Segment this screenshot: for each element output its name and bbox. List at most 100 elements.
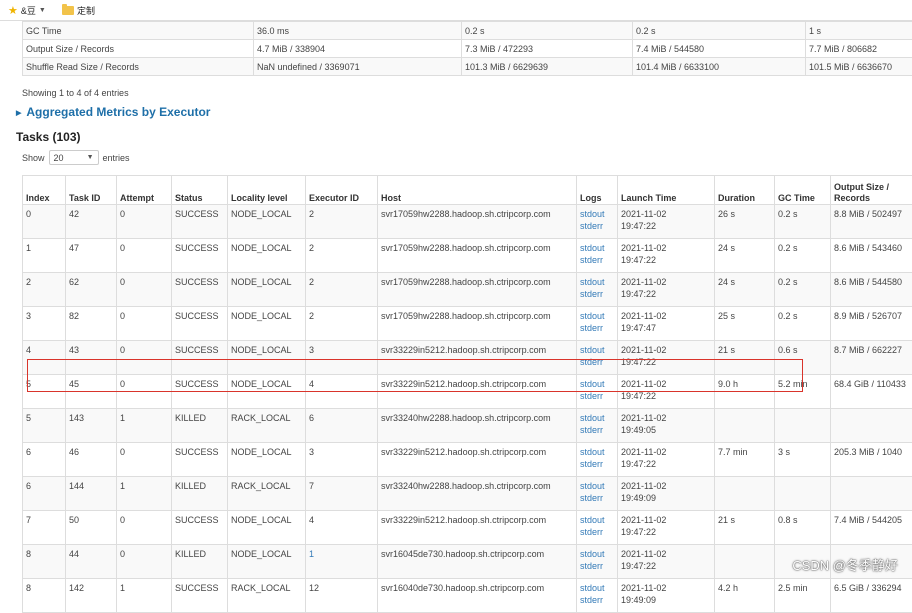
stdout-link[interactable]: stdout <box>580 412 614 424</box>
column-header[interactable]: GC Time <box>775 176 831 205</box>
cell-attempt: 0 <box>117 307 172 341</box>
bookmark-folder[interactable]: 定制 <box>62 4 95 17</box>
aggregated-metrics-toggle[interactable]: ▶Aggregated Metrics by Executor <box>16 105 210 119</box>
cell-output: 8.7 MiB / 662227 <box>831 341 912 375</box>
stdout-link[interactable]: stdout <box>580 276 614 288</box>
cell-attempt: 0 <box>117 545 172 579</box>
stderr-link[interactable]: stderr <box>580 288 614 300</box>
cell-index: 8 <box>23 545 66 579</box>
column-header[interactable]: Executor ID <box>306 176 378 205</box>
stderr-link[interactable]: stderr <box>580 492 614 504</box>
cell-host: svr17059hw2288.hadoop.sh.ctripcorp.com <box>378 273 577 307</box>
cell-output: 8.9 MiB / 526707 <box>831 307 912 341</box>
summary-cell: 7.7 MiB / 806682 <box>806 40 912 58</box>
table-row: 6460SUCCESSNODE_LOCAL3svr33229in5212.had… <box>23 443 912 477</box>
cell-launch-time: 2021-11-0219:49:09 <box>618 579 715 613</box>
column-header[interactable]: Output Size / Records <box>831 176 912 205</box>
cell-launch-time: 2021-11-0219:47:22 <box>618 205 715 239</box>
cell-launch-time: 2021-11-0219:47:22 <box>618 443 715 477</box>
column-header[interactable]: Duration <box>715 176 775 205</box>
cell-executor: 1 <box>306 545 378 579</box>
stderr-link[interactable]: stderr <box>580 560 614 572</box>
cell-index: 6 <box>23 443 66 477</box>
bookmark-item[interactable]: ★ &豆 ▼ <box>8 4 46 17</box>
cell-gc: 0.8 s <box>775 511 831 545</box>
cell-duration: 7.7 min <box>715 443 775 477</box>
cell-status: KILLED <box>172 477 228 511</box>
cell-launch-time: 2021-11-0219:49:05 <box>618 409 715 443</box>
column-header[interactable]: Locality level <box>228 176 306 205</box>
cell-launch-time: 2021-11-0219:47:22 <box>618 239 715 273</box>
cell-gc <box>775 409 831 443</box>
cell-executor: 3 <box>306 443 378 477</box>
launch-date: 2021-11-02 <box>621 344 711 356</box>
cell-executor: 2 <box>306 205 378 239</box>
cell-status: SUCCESS <box>172 273 228 307</box>
cell-duration: 26 s <box>715 205 775 239</box>
stderr-link[interactable]: stderr <box>580 322 614 334</box>
launch-clock: 19:49:05 <box>621 424 711 436</box>
cell-attempt: 0 <box>117 239 172 273</box>
launch-date: 2021-11-02 <box>621 242 711 254</box>
cell-locality: NODE_LOCAL <box>228 205 306 239</box>
launch-clock: 19:49:09 <box>621 492 711 504</box>
cell-attempt: 1 <box>117 409 172 443</box>
cell-task-id: 44 <box>66 545 117 579</box>
column-header[interactable]: Task ID <box>66 176 117 205</box>
cell-status: SUCCESS <box>172 239 228 273</box>
folder-icon <box>62 6 74 15</box>
cell-duration: 21 s <box>715 511 775 545</box>
cell-index: 1 <box>23 239 66 273</box>
stdout-link[interactable]: stdout <box>580 242 614 254</box>
summary-cell: 4.7 MiB / 338904 <box>254 40 462 58</box>
stdout-link[interactable]: stdout <box>580 310 614 322</box>
cell-locality: RACK_LOCAL <box>228 409 306 443</box>
stderr-link[interactable]: stderr <box>580 254 614 266</box>
cell-host: svr16040de730.hadoop.sh.ctripcorp.com <box>378 579 577 613</box>
stderr-link[interactable]: stderr <box>580 594 614 606</box>
column-header[interactable]: Status <box>172 176 228 205</box>
stdout-link[interactable]: stdout <box>580 548 614 560</box>
summary-row: GC Time36.0 ms0.2 s0.2 s1 s <box>23 22 912 40</box>
cell-attempt: 0 <box>117 273 172 307</box>
cell-host: svr33229in5212.hadoop.sh.ctripcorp.com <box>378 443 577 477</box>
cell-gc: 0.2 s <box>775 307 831 341</box>
stderr-link[interactable]: stderr <box>580 458 614 470</box>
stderr-link[interactable]: stderr <box>580 424 614 436</box>
cell-logs: stdoutstderr <box>577 409 618 443</box>
cell-gc: 0.2 s <box>775 239 831 273</box>
page-size-value: 20 <box>54 153 64 163</box>
column-header[interactable]: Host <box>378 176 577 205</box>
stdout-link[interactable]: stdout <box>580 480 614 492</box>
summary-metric-name: Shuffle Read Size / Records <box>23 58 254 76</box>
cell-status: KILLED <box>172 409 228 443</box>
stdout-link[interactable]: stdout <box>580 514 614 526</box>
summary-cell: 7.3 MiB / 472293 <box>462 40 633 58</box>
cell-index: 0 <box>23 205 66 239</box>
stdout-link[interactable]: stdout <box>580 582 614 594</box>
launch-date: 2021-11-02 <box>621 276 711 288</box>
stdout-link[interactable]: stdout <box>580 208 614 220</box>
stderr-link[interactable]: stderr <box>580 526 614 538</box>
cell-executor: 6 <box>306 409 378 443</box>
cell-output: 8.8 MiB / 502497 <box>831 205 912 239</box>
cell-output <box>831 477 912 511</box>
cell-duration: 24 s <box>715 239 775 273</box>
summary-cell: 0.2 s <box>462 22 633 40</box>
caret-right-icon: ▶ <box>16 110 21 117</box>
stdout-link[interactable]: stdout <box>580 344 614 356</box>
page-size-select[interactable]: 20 ▼ <box>49 150 99 165</box>
summary-metrics-table: GC Time36.0 ms0.2 s0.2 s1 sOutput Size /… <box>22 21 912 76</box>
column-header[interactable]: Logs <box>577 176 618 205</box>
stderr-link[interactable]: stderr <box>580 220 614 232</box>
tasks-heading: Tasks (103) <box>16 130 80 144</box>
column-header[interactable]: Launch Time <box>618 176 715 205</box>
cell-logs: stdoutstderr <box>577 239 618 273</box>
cell-status: SUCCESS <box>172 511 228 545</box>
summary-cell: 101.5 MiB / 6636670 <box>806 58 912 76</box>
column-header[interactable]: Attempt <box>117 176 172 205</box>
cell-locality: NODE_LOCAL <box>228 443 306 477</box>
stdout-link[interactable]: stdout <box>580 446 614 458</box>
cell-host: svr16045de730.hadoop.sh.ctripcorp.com <box>378 545 577 579</box>
column-header[interactable]: Index <box>23 176 66 205</box>
